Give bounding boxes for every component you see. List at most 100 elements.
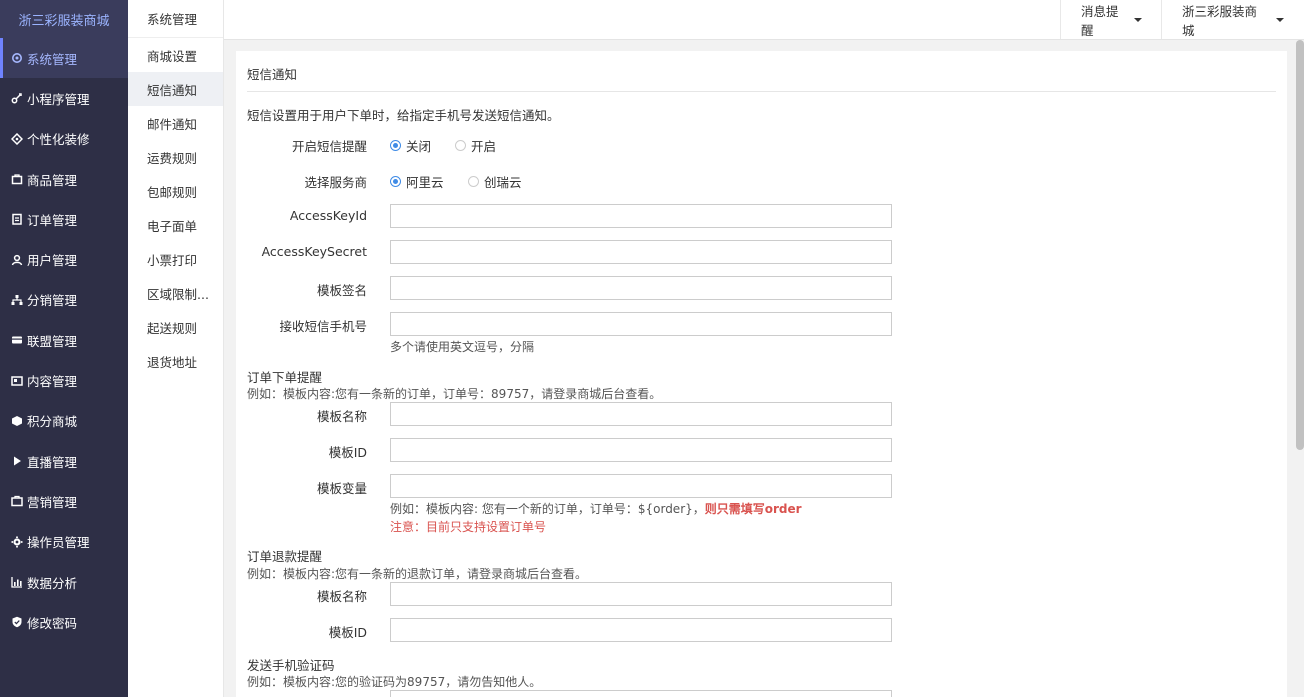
receive-phone-help: 多个请使用英文逗号，分隔 — [390, 340, 535, 354]
caret-down-icon — [1134, 17, 1142, 22]
order-icon — [10, 213, 23, 226]
radio-sms-off[interactable]: 关闭 — [390, 136, 431, 155]
sitemap-icon — [10, 293, 23, 306]
sidebar-item-label: 小程序管理 — [27, 91, 90, 107]
sidebar-item-label: 分销管理 — [27, 293, 78, 309]
gear-icon — [10, 52, 23, 65]
brand-logo[interactable]: 浙三彩服装商城 — [0, 0, 128, 38]
panel-description: 短信设置用于用户下单时，给指定手机号发送短信通知。 — [247, 108, 560, 123]
sidebar-item-8[interactable]: 内容管理 — [0, 360, 128, 400]
sidebar-item-1[interactable]: 小程序管理 — [0, 78, 128, 118]
sidebar-item-label: 商品管理 — [27, 172, 78, 188]
radio-aliyun-label: 阿里云 — [406, 175, 444, 190]
receive-phone-input[interactable] — [390, 312, 892, 336]
sub-sidebar: 系统管理 商城设置 短信通知 邮件通知 运费规则 包邮规则 电子面单 小票打印 区域限制...… — [128, 0, 224, 697]
refund-template-name-input[interactable] — [390, 582, 892, 606]
sidebar-item-4[interactable]: 订单管理 — [0, 199, 128, 239]
order-section-title: 订单下单提醒 — [247, 370, 323, 385]
caret-down-icon — [1276, 17, 1284, 22]
page-scrollbar[interactable] — [1296, 40, 1304, 450]
link-icon — [10, 92, 23, 105]
sidebar-item-label: 用户管理 — [27, 253, 78, 269]
subnav-item-4[interactable]: 包邮规则 — [128, 174, 223, 208]
marketing-icon — [10, 495, 23, 508]
settings-icon — [10, 535, 23, 548]
store-dropdown[interactable]: 浙三彩服装商城 — [1161, 0, 1304, 39]
sidebar-item-label: 修改密码 — [27, 615, 78, 631]
provider-label: 选择服务商 — [304, 175, 367, 190]
cube-icon — [10, 414, 23, 427]
subnav-item-0[interactable]: 商城设置 — [128, 38, 223, 72]
order-template-name-label: 模板名称 — [316, 409, 367, 424]
chart-icon — [10, 576, 23, 589]
sidebar-item-label: 联盟管理 — [27, 333, 78, 349]
subnav-item-9[interactable]: 退货地址 — [128, 344, 223, 378]
notification-dropdown[interactable]: 消息提醒 — [1060, 0, 1162, 39]
sidebar-item-label: 系统管理 — [27, 51, 78, 67]
sub-sidebar-list: 商城设置 短信通知 邮件通知 运费规则 包邮规则 电子面单 小票打印 区域限制... 起送规则退… — [128, 38, 223, 378]
shield-icon — [10, 616, 23, 629]
radio-aliyun[interactable]: 阿里云 — [390, 172, 444, 191]
receive-phone-label: 接收短信手机号 — [279, 319, 367, 334]
decor-icon — [10, 132, 23, 145]
verify-section-example: 例如：模板内容:您的验证码为89757，请勿告知他人。 — [247, 675, 542, 689]
radio-sms-on[interactable]: 开启 — [455, 136, 496, 155]
sub-sidebar-title: 系统管理 — [128, 0, 223, 38]
sidebar-item-7[interactable]: 联盟管理 — [0, 320, 128, 360]
verify-template-name-input[interactable] — [390, 690, 892, 697]
sidebar-item-3[interactable]: 商品管理 — [0, 159, 128, 199]
subnav-item-2[interactable]: 邮件通知 — [128, 106, 223, 140]
store-label: 浙三彩服装商城 — [1182, 3, 1258, 38]
subnav-item-7[interactable]: 区域限制... — [128, 276, 223, 310]
sidebar-item-2[interactable]: 个性化装修 — [0, 119, 128, 159]
sidebar-item-13[interactable]: 数据分析 — [0, 562, 128, 602]
sidebar-item-9[interactable]: 积分商城 — [0, 401, 128, 441]
radio-unchecked-icon — [455, 140, 466, 151]
panel-title: 短信通知 — [247, 67, 298, 82]
radio-chuangrui-label: 创瑞云 — [484, 175, 522, 190]
access-key-secret-label: AccessKeySecret — [261, 244, 367, 259]
sidebar-item-label: 个性化装修 — [27, 132, 90, 148]
var-help-text: 例如：模板内容: 您有一个新的订单，订单号：${order}， — [390, 502, 705, 516]
sidebar-item-10[interactable]: 直播管理 — [0, 441, 128, 481]
order-template-var-input[interactable] — [390, 474, 892, 498]
top-bar: 消息提醒 浙三彩服装商城 — [224, 0, 1304, 40]
radio-off-label: 关闭 — [406, 139, 432, 154]
sidebar-item-label: 操作员管理 — [27, 535, 90, 551]
template-sign-input[interactable] — [390, 276, 892, 300]
bag-icon — [10, 173, 23, 186]
sidebar-item-5[interactable]: 用户管理 — [0, 239, 128, 279]
refund-section-title: 订单退款提醒 — [247, 549, 323, 564]
order-template-id-input[interactable] — [390, 438, 892, 462]
sidebar-item-6[interactable]: 分销管理 — [0, 280, 128, 320]
refund-section-example: 例如：模板内容:您有一条新的退款订单，请登录商城后台查看。 — [247, 567, 588, 581]
subnav-item-5[interactable]: 电子面单 — [128, 208, 223, 242]
subnav-item-1[interactable]: 短信通知 — [128, 72, 223, 106]
access-key-secret-input[interactable] — [390, 240, 892, 264]
sidebar-item-11[interactable]: 营销管理 — [0, 481, 128, 521]
subnav-item-3[interactable]: 运费规则 — [128, 140, 223, 174]
sidebar-nav: 系统管理小程序管理个性化装修商品管理订单管理用户管理分销管理联盟管理内容管理积分… — [0, 38, 128, 642]
subnav-item-6[interactable]: 小票打印 — [128, 242, 223, 276]
refund-template-id-label: 模板ID — [328, 625, 367, 640]
sidebar-item-12[interactable]: 操作员管理 — [0, 522, 128, 562]
refund-template-id-input[interactable] — [390, 618, 892, 642]
sidebar-item-label: 订单管理 — [27, 212, 78, 228]
sidebar-item-label: 积分商城 — [27, 414, 78, 430]
order-template-var-note: 注意：目前只支持设置订单号 — [390, 520, 547, 534]
sidebar-item-0[interactable]: 系统管理 — [0, 38, 128, 79]
radio-chuangrui[interactable]: 创瑞云 — [468, 172, 522, 191]
order-template-var-label: 模板变量 — [316, 481, 367, 496]
verify-section-title: 发送手机验证码 — [247, 658, 335, 673]
refund-template-name-label: 模板名称 — [316, 589, 367, 604]
order-template-var-help: 例如：模板内容: 您有一个新的订单，订单号：${order}，则只需填写orde… — [390, 500, 802, 517]
card-icon — [10, 334, 23, 347]
order-template-name-input[interactable] — [390, 402, 892, 426]
radio-on-label: 开启 — [471, 139, 497, 154]
sidebar-item-14[interactable]: 修改密码 — [0, 602, 128, 642]
subnav-item-8[interactable]: 起送规则 — [128, 310, 223, 344]
divider — [247, 91, 1276, 92]
template-sign-label: 模板签名 — [316, 283, 367, 298]
access-key-id-input[interactable] — [390, 204, 892, 228]
play-icon — [10, 455, 23, 468]
